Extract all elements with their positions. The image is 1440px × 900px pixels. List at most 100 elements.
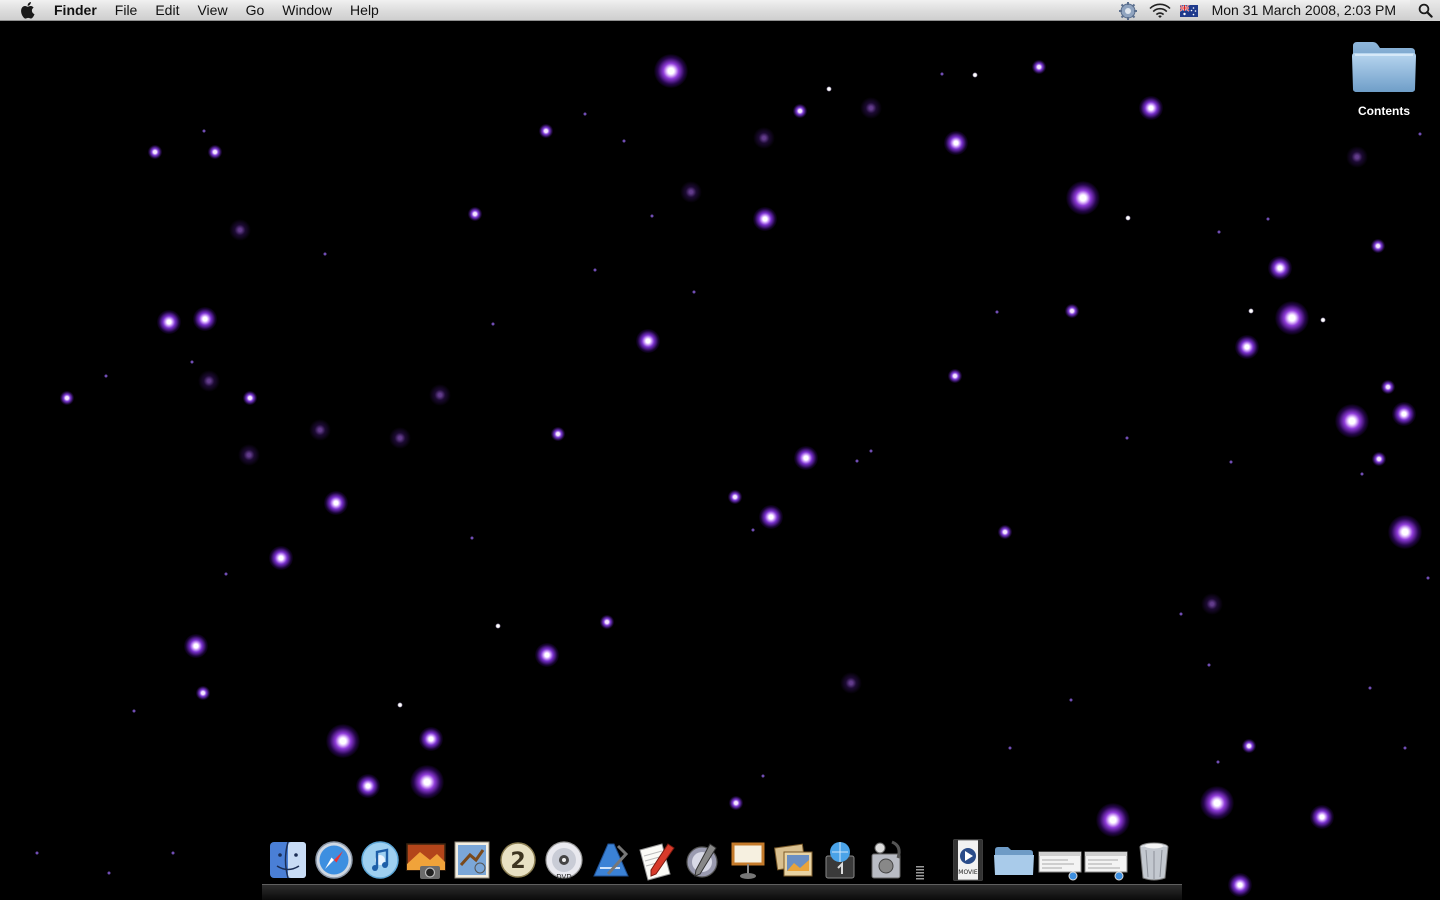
star	[855, 459, 859, 463]
dock-trash-icon[interactable]	[1132, 838, 1176, 888]
star	[1372, 452, 1386, 466]
star	[419, 727, 443, 751]
star	[600, 615, 614, 629]
dock-minimized-window-icon[interactable]	[1038, 838, 1082, 888]
folder-icon	[1349, 36, 1419, 96]
star	[583, 112, 587, 116]
star	[593, 268, 597, 272]
star	[1229, 460, 1233, 464]
desktop-background	[0, 0, 1440, 900]
star	[190, 360, 194, 364]
star	[622, 139, 626, 143]
star	[269, 546, 293, 570]
star	[198, 370, 220, 392]
star	[1066, 181, 1100, 215]
star	[972, 72, 978, 78]
star	[1320, 317, 1326, 323]
star	[1275, 301, 1309, 335]
svg-text:MOVIE: MOVIE	[958, 869, 978, 876]
menu-help[interactable]: Help	[341, 0, 388, 21]
dock-xcode-icon[interactable]	[588, 838, 632, 888]
star	[654, 54, 688, 88]
star	[793, 104, 807, 118]
dock-photo-booth-icon[interactable]	[404, 838, 448, 888]
star	[1069, 698, 1073, 702]
spotlight-search-icon[interactable]	[1410, 0, 1440, 21]
star	[995, 310, 999, 314]
dock-spaces-icon[interactable]: 2	[496, 838, 540, 888]
star	[60, 391, 74, 405]
dock-separator[interactable]	[910, 838, 930, 888]
star	[324, 491, 348, 515]
dock-movie-file-icon[interactable]: MOVIE	[946, 838, 990, 888]
star	[1426, 576, 1430, 580]
star	[495, 623, 501, 629]
star	[193, 307, 217, 331]
star	[753, 127, 775, 149]
star	[196, 686, 210, 700]
star	[680, 181, 702, 203]
star	[202, 129, 206, 133]
star	[410, 765, 444, 799]
star	[238, 444, 260, 466]
star	[1360, 472, 1364, 476]
dock-minimized-window-icon[interactable]	[1084, 838, 1128, 888]
australian-flag-icon[interactable]	[1176, 0, 1202, 21]
star	[998, 525, 1012, 539]
dock-folder-icon[interactable]	[992, 838, 1036, 888]
star	[761, 774, 765, 778]
apple-menu-icon[interactable]	[17, 0, 39, 21]
star	[860, 97, 882, 119]
dock-itunes-icon[interactable]	[358, 838, 402, 888]
dock: 2 DVD MOVIE	[262, 836, 1182, 900]
star	[470, 536, 474, 540]
star	[1065, 304, 1079, 318]
menu-edit[interactable]: Edit	[146, 0, 188, 21]
dock-disk-utility-icon[interactable]	[864, 838, 908, 888]
desktop-folder-contents[interactable]: Contents	[1343, 36, 1425, 118]
dock-finder-icon[interactable]	[266, 838, 310, 888]
menu-file[interactable]: File	[106, 0, 147, 21]
menu-window[interactable]: Window	[273, 0, 341, 21]
star	[389, 427, 411, 449]
star	[1335, 404, 1369, 438]
star	[309, 419, 331, 441]
dock-mail-icon[interactable]	[450, 838, 494, 888]
star	[751, 528, 755, 532]
menu-go[interactable]: Go	[237, 0, 274, 21]
star	[948, 369, 962, 383]
star	[692, 290, 696, 294]
dock-script-editor-icon[interactable]	[680, 838, 724, 888]
star	[323, 252, 327, 256]
dock-safari-icon[interactable]	[312, 838, 356, 888]
svg-text:DVD: DVD	[556, 873, 571, 881]
star	[1368, 686, 1372, 690]
star	[356, 774, 380, 798]
menu-view[interactable]: View	[188, 0, 236, 21]
svg-text:2: 2	[510, 849, 525, 874]
star	[1139, 96, 1163, 120]
sync-gear-icon[interactable]	[1112, 0, 1144, 21]
star	[224, 572, 228, 576]
star	[184, 634, 208, 658]
menu-clock[interactable]: Mon 31 March 2008, 2:03 PM	[1202, 0, 1410, 21]
star	[104, 374, 108, 378]
dock-keynote-icon[interactable]	[726, 838, 770, 888]
star	[1125, 215, 1131, 221]
star	[650, 214, 654, 218]
dock-network-utility-icon[interactable]	[818, 838, 862, 888]
star	[1200, 786, 1234, 820]
star	[840, 672, 862, 694]
star	[759, 505, 783, 529]
star	[491, 322, 495, 326]
star	[636, 329, 660, 353]
wifi-icon[interactable]	[1144, 0, 1176, 21]
dock-textedit-icon[interactable]	[634, 838, 678, 888]
star	[1217, 230, 1221, 234]
dock-dvd-player-icon[interactable]: DVD	[542, 838, 586, 888]
star	[1371, 239, 1385, 253]
star	[1381, 380, 1395, 394]
dock-iphoto-icon[interactable]	[772, 838, 816, 888]
star	[753, 207, 777, 231]
menu-app-finder[interactable]: Finder	[53, 0, 106, 21]
